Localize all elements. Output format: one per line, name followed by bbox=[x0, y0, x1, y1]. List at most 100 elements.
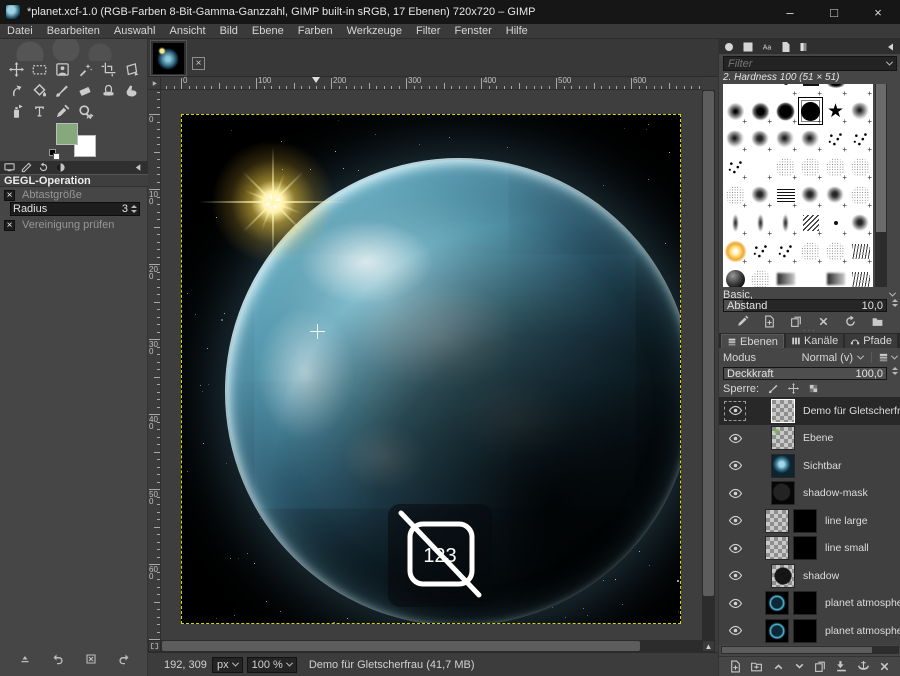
brush-splat[interactable] bbox=[848, 97, 873, 125]
layer-thumbnail[interactable] bbox=[771, 399, 795, 423]
visibility-eye-icon[interactable] bbox=[725, 512, 745, 530]
spacing-slider[interactable]: Abstand 10,0 bbox=[723, 299, 887, 312]
brush-grass[interactable] bbox=[848, 265, 873, 287]
layer-row-4[interactable]: line large bbox=[719, 507, 900, 535]
brush-noise[interactable] bbox=[748, 265, 773, 287]
layer-thumbnail[interactable] bbox=[765, 591, 789, 615]
brush-noise[interactable] bbox=[773, 153, 798, 181]
tab-ebenen[interactable]: Ebenen bbox=[721, 334, 784, 348]
menu-filter[interactable]: Filter bbox=[409, 24, 447, 39]
rectangle-select-tool[interactable] bbox=[28, 59, 51, 80]
brush-star[interactable] bbox=[823, 97, 848, 125]
free-select-tool[interactable] bbox=[51, 59, 74, 80]
menu-datei[interactable]: Datei bbox=[0, 24, 40, 39]
redo-button-icon[interactable] bbox=[118, 653, 130, 665]
brush-filter[interactable] bbox=[723, 56, 897, 71]
layer-row-3[interactable]: shadow-mask bbox=[719, 480, 900, 508]
layer-thumbnail[interactable] bbox=[771, 564, 795, 588]
radius-field[interactable]: Radius 3 bbox=[10, 202, 140, 216]
close-button[interactable]: × bbox=[856, 0, 900, 24]
zoom-dropdown[interactable]: 100 % bbox=[247, 657, 297, 673]
new-layer-group-button-icon[interactable] bbox=[750, 660, 763, 673]
brush-bar[interactable] bbox=[798, 84, 823, 97]
brush-hardsel[interactable] bbox=[798, 97, 823, 125]
brush-strokev[interactable] bbox=[748, 209, 773, 237]
save-preset-button-icon[interactable] bbox=[19, 653, 31, 665]
eraser-tool[interactable] bbox=[74, 80, 97, 101]
brush-splat[interactable] bbox=[773, 125, 798, 153]
dockable-menu-icon[interactable] bbox=[885, 41, 897, 53]
layer-row-7[interactable]: planet atmosphe bbox=[719, 590, 900, 618]
brush-noise[interactable] bbox=[823, 153, 848, 181]
brush-sparse[interactable] bbox=[823, 125, 848, 153]
sample-size-option[interactable]: Abtastgröße bbox=[4, 189, 82, 201]
brush-scrollbar[interactable] bbox=[875, 84, 887, 287]
undo-button-icon[interactable] bbox=[52, 653, 64, 665]
fonts-tab-icon[interactable]: Aa bbox=[761, 41, 773, 53]
canvas-viewport[interactable]: 123 bbox=[161, 90, 702, 640]
brush-soft3[interactable] bbox=[773, 97, 798, 125]
brush-blank[interactable] bbox=[723, 84, 748, 97]
monitor-tab-icon[interactable] bbox=[4, 162, 15, 173]
default-colors-icon[interactable] bbox=[49, 149, 61, 161]
dockable-menu-icon[interactable] bbox=[133, 162, 144, 173]
brush-noise[interactable] bbox=[723, 181, 748, 209]
layer-thumbnail[interactable] bbox=[765, 536, 789, 560]
brush-strokev[interactable] bbox=[723, 209, 748, 237]
spacing-spinner[interactable] bbox=[892, 299, 898, 307]
layer-mask-thumbnail[interactable] bbox=[793, 536, 817, 560]
smudge-tool[interactable] bbox=[120, 80, 143, 101]
opacity-spinner[interactable] bbox=[892, 367, 898, 375]
brush-chalk[interactable] bbox=[798, 181, 823, 209]
visibility-eye-icon[interactable] bbox=[725, 402, 745, 420]
brush-speck[interactable] bbox=[748, 153, 773, 181]
layer-row-8[interactable]: planet atmosphe bbox=[719, 617, 900, 645]
visibility-eye-icon[interactable] bbox=[725, 457, 745, 475]
horizontal-scrollbar[interactable] bbox=[161, 640, 702, 652]
layer-row-6[interactable]: shadow bbox=[719, 562, 900, 590]
merge-layer-button-icon[interactable] bbox=[835, 660, 848, 673]
tab-kanäle[interactable]: Kanäle bbox=[786, 334, 843, 348]
delete-brush-button-icon[interactable] bbox=[817, 315, 830, 328]
visibility-eye-icon[interactable] bbox=[725, 594, 745, 612]
visibility-eye-icon[interactable] bbox=[725, 539, 745, 557]
brush-soft2[interactable] bbox=[748, 97, 773, 125]
menu-fenster[interactable]: Fenster bbox=[447, 24, 498, 39]
brush-splat[interactable] bbox=[798, 125, 823, 153]
brush-chalk[interactable] bbox=[748, 181, 773, 209]
visibility-eye-icon[interactable] bbox=[725, 484, 745, 502]
brush-filter-input[interactable] bbox=[728, 58, 887, 70]
transform-tool[interactable] bbox=[120, 59, 143, 80]
new-brush-button-icon[interactable] bbox=[763, 315, 776, 328]
layer-thumbnail[interactable] bbox=[765, 619, 789, 643]
quick-mask-button[interactable] bbox=[148, 640, 161, 652]
layer-mask-thumbnail[interactable] bbox=[793, 509, 817, 533]
opacity-slider[interactable]: Deckkraft 100,0 bbox=[723, 367, 887, 380]
lock-position-button-icon[interactable] bbox=[788, 383, 799, 394]
layer-thumbnail[interactable] bbox=[765, 509, 789, 533]
delete-layer-button-icon[interactable] bbox=[878, 660, 891, 673]
maximize-button[interactable]: □ bbox=[812, 0, 856, 24]
navigation-button[interactable]: ▲ bbox=[702, 640, 715, 652]
raise-layer-button-icon[interactable] bbox=[772, 660, 785, 673]
move-tool[interactable] bbox=[5, 59, 28, 80]
brush-chalk[interactable] bbox=[848, 209, 873, 237]
color-picker-tool[interactable] bbox=[51, 101, 74, 122]
clone-tool[interactable] bbox=[97, 80, 120, 101]
brush-glow[interactable] bbox=[723, 237, 748, 265]
brush-ellipse[interactable] bbox=[823, 84, 848, 97]
device-status-tab-icon[interactable] bbox=[55, 162, 66, 173]
brush-sparse[interactable] bbox=[773, 237, 798, 265]
brush-noise[interactable] bbox=[823, 237, 848, 265]
warp-tool[interactable] bbox=[5, 80, 28, 101]
brush-sphere[interactable] bbox=[723, 265, 748, 287]
tab-pfade[interactable]: Pfade bbox=[845, 334, 897, 348]
title-bar[interactable]: *planet.xcf-1.0 (RGB-Farben 8-Bit-Gamma-… bbox=[0, 0, 900, 24]
delete-button-icon[interactable] bbox=[85, 653, 97, 665]
brush-smudge[interactable] bbox=[773, 265, 798, 287]
visibility-eye-icon[interactable] bbox=[725, 567, 745, 585]
foreground-color-swatch[interactable] bbox=[56, 123, 78, 145]
visibility-eye-icon[interactable] bbox=[725, 429, 745, 447]
brush-noise[interactable] bbox=[848, 153, 873, 181]
brush-strokev[interactable] bbox=[773, 209, 798, 237]
